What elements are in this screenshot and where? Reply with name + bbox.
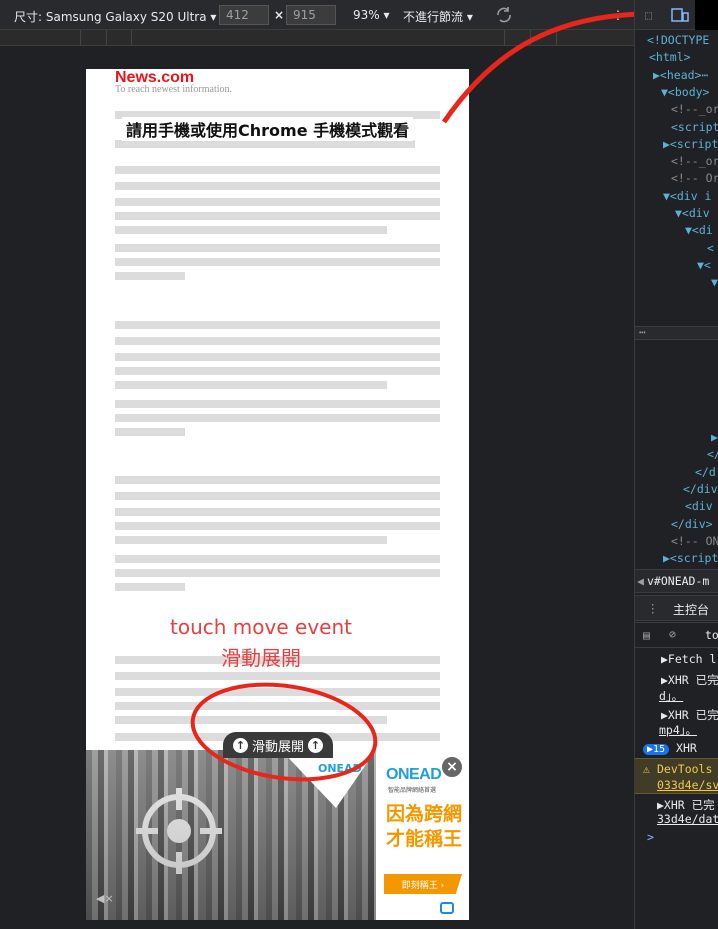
dom-node[interactable]: </ bbox=[707, 447, 718, 461]
site-tagline: To reach newest information. bbox=[115, 84, 233, 95]
ad-cta-button[interactable]: 即刻稱王 › bbox=[384, 874, 462, 894]
dom-node[interactable]: ▶<script bbox=[663, 551, 718, 565]
dom-node[interactable]: <html> bbox=[649, 50, 691, 64]
warning-message: ⚠ DevTools 033d4e/sv bbox=[635, 758, 718, 794]
ad-slogan: 因為跨網 才能稱王 bbox=[385, 803, 462, 850]
annotation-ellipse bbox=[190, 682, 378, 782]
dom-node[interactable]: <div bbox=[685, 499, 713, 513]
sidebar-toggle-icon[interactable]: ▤ bbox=[643, 628, 650, 642]
dom-node[interactable]: ▶<head>⋯ bbox=[653, 68, 708, 82]
height-input[interactable]: 915 bbox=[286, 5, 336, 25]
devtools-toolbar: ⬚ bbox=[635, 0, 718, 30]
width-input[interactable]: 412 bbox=[219, 5, 269, 25]
dom-node[interactable]: ▼<di bbox=[685, 223, 713, 237]
log-link[interactable]: d」。 bbox=[659, 688, 683, 704]
mobile-page[interactable]: News.com To reach newest information. 請用… bbox=[86, 69, 469, 920]
dimension-times: × bbox=[274, 8, 285, 22]
log-entry: ▶XHR 已完 bbox=[657, 798, 715, 812]
onead-logo: ONEAD bbox=[386, 766, 442, 783]
dom-node[interactable]: ▶ bbox=[711, 430, 718, 444]
breadcrumb[interactable]: v#ONEAD-m bbox=[647, 574, 709, 588]
warning-icon: ⚠ bbox=[643, 762, 650, 776]
log-link[interactable]: 33d4e/dat bbox=[657, 812, 718, 826]
dom-node[interactable]: <!--_or bbox=[671, 154, 718, 168]
dom-node[interactable]: <!-- Or bbox=[671, 171, 718, 185]
dom-node[interactable]: </div> bbox=[671, 517, 713, 531]
dom-node[interactable]: ▼<body> bbox=[661, 85, 709, 99]
breadcrumb-bar: ◀ v#ONEAD-m bbox=[635, 569, 718, 593]
emulated-viewport: News.com To reach newest information. 請用… bbox=[0, 47, 634, 929]
device-selector[interactable]: 尺寸: Samsung Galaxy S20 Ultra ▾ bbox=[14, 8, 216, 25]
log-entry: ▶XHR 已完 bbox=[661, 673, 718, 687]
annotation-swipe-expand: 滑動展開 bbox=[221, 646, 301, 670]
tab-console[interactable]: 主控台 bbox=[673, 601, 709, 618]
dom-node[interactable]: < bbox=[707, 241, 714, 255]
dom-node[interactable]: <!--_or bbox=[671, 102, 718, 116]
annotation-touch-move: touch move event bbox=[170, 615, 352, 639]
zoom-selector[interactable]: 93% ▾ bbox=[353, 8, 390, 22]
inspect-icon[interactable]: ⬚ bbox=[645, 8, 652, 22]
dom-node[interactable]: ▼< bbox=[697, 258, 711, 272]
log-group[interactable]: ▶15 XHR bbox=[643, 741, 697, 755]
log-link[interactable]: mp4」。 bbox=[659, 722, 697, 738]
dom-node[interactable]: <script bbox=[671, 120, 718, 134]
dom-node[interactable]: </div bbox=[683, 482, 718, 496]
dom-node[interactable]: ▼ bbox=[711, 275, 718, 289]
ad-close-button[interactable]: × bbox=[440, 755, 464, 779]
dom-node[interactable]: <!-- ON bbox=[671, 534, 718, 548]
elements-divider: ⋯ bbox=[635, 325, 718, 340]
dom-node[interactable]: </d bbox=[695, 465, 716, 479]
dom-node[interactable]: ▼<div bbox=[675, 206, 710, 220]
group-count-badge: ▶15 bbox=[643, 744, 670, 755]
clear-console-icon[interactable]: ⊘ bbox=[669, 627, 676, 641]
log-entry: ▶XHR 已完 bbox=[661, 708, 718, 722]
device-toggle-icon[interactable] bbox=[671, 7, 689, 23]
console-prompt[interactable]: > bbox=[647, 830, 654, 844]
crosshair-icon bbox=[136, 788, 222, 874]
drawer-tabs: ⋮ 主控台 bbox=[635, 595, 718, 621]
play-icon[interactable] bbox=[440, 902, 454, 914]
console-toolbar: ▤ ⊘ top bbox=[635, 622, 718, 648]
context-selector[interactable]: top bbox=[705, 628, 718, 642]
dom-node[interactable]: ▶<script bbox=[663, 137, 718, 151]
onead-subtitle: 智能品牌網絡首選 bbox=[388, 787, 437, 794]
devtools-panel: ⬚ <!DOCTYPE <html> ▶<head>⋯ ▼<body> <!--_or <… bbox=[634, 0, 718, 929]
log-entry: ▶Fetch l bbox=[661, 652, 717, 666]
mute-icon[interactable]: ◀× bbox=[96, 892, 114, 905]
dom-node[interactable]: <!DOCTYPE bbox=[647, 33, 709, 47]
dom-node[interactable]: ▼<div i bbox=[663, 189, 711, 203]
page-headline: 請用手機或使用Chrome 手機模式觀看 bbox=[122, 117, 414, 141]
